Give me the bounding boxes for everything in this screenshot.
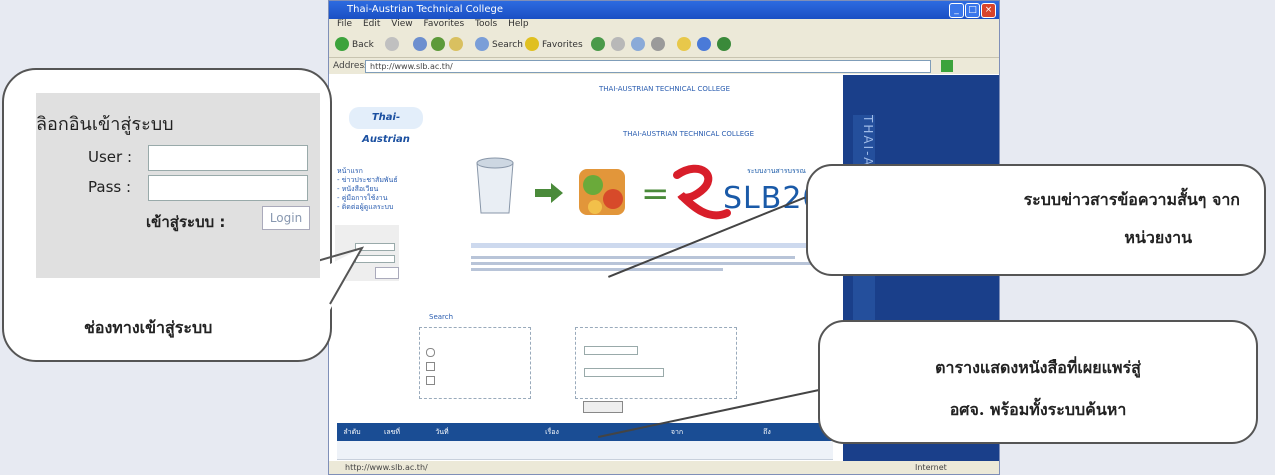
radio-option[interactable]: [426, 348, 435, 357]
th-to: ถึง: [763, 427, 771, 436]
login-caption: ช่องทางเข้าสู่ระบบ: [84, 318, 213, 337]
brand-r-icon: [673, 164, 731, 220]
back-label[interactable]: Back: [352, 40, 374, 50]
mail-icon[interactable]: [631, 37, 645, 51]
history-icon[interactable]: [611, 37, 625, 51]
news-callout-line2: หน่วยงาน: [1124, 228, 1192, 247]
media-icon[interactable]: [591, 37, 605, 51]
pass-label: Pass :: [88, 178, 132, 196]
table-callout: ตารางแสดงหนังสือที่เผยแพร่สู่ อศจ. พร้อม…: [818, 320, 1258, 444]
pass-input[interactable]: [148, 175, 308, 201]
th-number: เลขที่: [383, 427, 401, 436]
title-bar: Thai-Austrian Technical College _ □ ×: [329, 1, 999, 19]
menu-edit[interactable]: Edit: [363, 19, 380, 29]
table-header: ลำดับ เลขที่ วันที่ เรื่อง จาก ถึง: [337, 423, 833, 441]
toolbar: Back Search Favorites: [329, 33, 999, 58]
status-bar: http://www.slb.ac.th/ Internet: [329, 461, 999, 474]
nav-menu: หน้าแรก - ข่าวประชาสัมพันธ์ - หนังสือเวี…: [337, 167, 407, 212]
user-label: User :: [88, 148, 133, 166]
th-from: จาก: [670, 427, 684, 436]
close-icon[interactable]: ×: [981, 3, 996, 18]
news-line: [471, 268, 723, 271]
top-link[interactable]: THAI-AUSTRIAN TECHNICAL COLLEGE: [599, 85, 730, 93]
user-input[interactable]: [148, 145, 308, 171]
maximize-icon[interactable]: □: [965, 3, 980, 18]
status-text: http://www.slb.ac.th/: [345, 463, 428, 472]
documents-icon: [579, 169, 625, 215]
back-icon[interactable]: [335, 37, 349, 51]
menu-help[interactable]: Help: [508, 19, 529, 29]
search-label[interactable]: Search: [492, 40, 523, 50]
news-line: [471, 256, 795, 259]
nav-item[interactable]: หน้าแรก: [337, 167, 407, 176]
window-title: Thai-Austrian Technical College: [347, 4, 503, 15]
checkbox-option[interactable]: [426, 362, 435, 371]
forward-icon[interactable]: [385, 37, 399, 51]
table-row[interactable]: [337, 441, 833, 460]
enter-label: เข้าสู่ระบบ :: [146, 213, 226, 231]
search-icon[interactable]: [475, 37, 489, 51]
recycle-bin-icon: [476, 157, 514, 214]
menu-view[interactable]: View: [391, 19, 412, 29]
nav-item[interactable]: - ติดต่อผู้ดูแลระบบ: [337, 203, 407, 212]
search-area: Search: [415, 313, 745, 413]
page-content: Thai-Austrian THAI-AUSTRIAN TECHNICAL CO…: [329, 75, 862, 461]
menu-bar: File Edit View Favorites Tools Help: [329, 19, 999, 33]
nav-item[interactable]: - หนังสือเวียน: [337, 185, 407, 194]
print-icon[interactable]: [651, 37, 665, 51]
menu-tools[interactable]: Tools: [475, 19, 497, 29]
college-link[interactable]: THAI-AUSTRIAN TECHNICAL COLLEGE: [623, 130, 754, 138]
search-options: [419, 327, 531, 399]
stop-icon[interactable]: [413, 37, 427, 51]
edit-icon[interactable]: [697, 37, 711, 51]
nav-item[interactable]: - ข่าวประชาสัมพันธ์: [337, 176, 407, 185]
login-button[interactable]: Login: [262, 206, 310, 230]
news-line: [471, 262, 831, 265]
news-callout: ระบบข่าวสารข้อความสั้นๆ จาก หน่วยงาน: [806, 164, 1266, 276]
banner-subtitle: ระบบงานสารบรรณ: [747, 167, 806, 175]
mini-login-button[interactable]: [375, 267, 399, 279]
th-index: ลำดับ: [343, 427, 361, 436]
favorites-label[interactable]: Favorites: [542, 40, 583, 50]
refresh-icon[interactable]: [431, 37, 445, 51]
discuss-icon[interactable]: [717, 37, 731, 51]
table-callout-line1: ตารางแสดงหนังสือที่เผยแพร่สู่: [935, 358, 1141, 377]
nav-item[interactable]: - คู่มือการใช้งาน: [337, 194, 407, 203]
news-header: [471, 243, 831, 248]
arrow-icon: [535, 183, 563, 203]
news-area: [471, 243, 831, 271]
search-button[interactable]: [583, 401, 623, 413]
minimize-icon[interactable]: _: [949, 3, 964, 18]
address-label: Address: [333, 61, 369, 71]
login-panel: ลิอกอินเข้าสู่ระบบ User : Pass : เข้าสู่…: [36, 93, 320, 278]
favorites-icon[interactable]: [525, 37, 539, 51]
th-date: วันที่: [435, 427, 449, 436]
address-bar: Address http://www.slb.ac.th/: [329, 58, 999, 74]
go-icon[interactable]: [941, 60, 953, 72]
menu-file[interactable]: File: [337, 19, 352, 29]
messenger-icon[interactable]: [677, 37, 691, 51]
news-callout-line1: ระบบข่าวสารข้อความสั้นๆ จาก: [1023, 190, 1240, 209]
search-select[interactable]: [584, 346, 638, 355]
menu-favorites[interactable]: Favorites: [423, 19, 464, 29]
search-criteria: [575, 327, 737, 399]
search-title: Search: [429, 313, 454, 321]
checkbox-option[interactable]: [426, 376, 435, 385]
login-title: ลิอกอินเข้าสู่ระบบ: [36, 114, 174, 135]
status-zone: Internet: [915, 463, 947, 472]
site-logo[interactable]: Thai-Austrian: [349, 107, 423, 145]
address-input[interactable]: http://www.slb.ac.th/: [365, 60, 931, 73]
search-input[interactable]: [584, 368, 664, 377]
home-icon[interactable]: [449, 37, 463, 51]
equals-sign: =: [641, 174, 670, 214]
table-callout-line2: อศจ. พร้อมทั้งระบบค้นหา: [949, 400, 1127, 419]
